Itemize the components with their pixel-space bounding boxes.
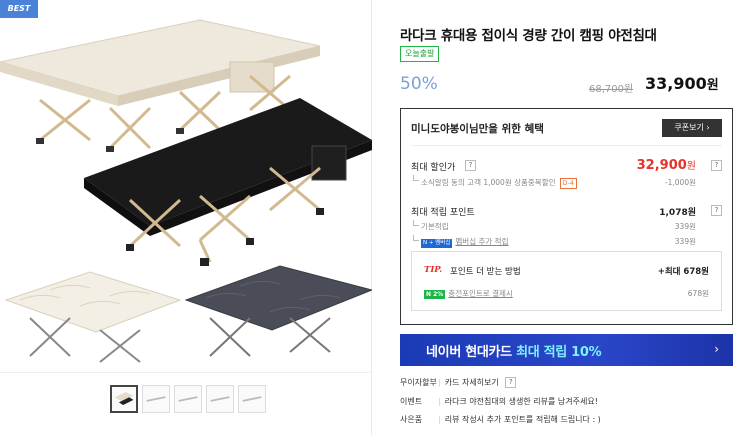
- max-points-value: 1,078원: [659, 208, 696, 218]
- sale-price: 33,900원: [645, 74, 719, 93]
- thumbnail-strip: [0, 372, 372, 435]
- notification-discount-value: -1,000원: [664, 178, 696, 187]
- help-icon[interactable]: ?: [465, 160, 476, 171]
- thumbnail-1[interactable]: [110, 385, 138, 413]
- best-badge: BEST: [0, 0, 38, 18]
- discount-rate: 50%: [400, 74, 438, 94]
- membership-points-link[interactable]: 멤버십 추가 적립: [455, 237, 508, 246]
- product-title: 라다크 휴대용 접이식 경량 간이 캠핑 야전침대: [400, 28, 657, 44]
- hyundai-card-banner[interactable]: 네이버 현대카드 최대 적립 10% ›: [400, 334, 733, 366]
- grey-plush-cot-image: [184, 265, 372, 357]
- d-day-badge: D-4: [559, 178, 578, 189]
- tip-label: TIP.: [424, 265, 443, 275]
- help-icon[interactable]: ?: [711, 205, 722, 216]
- event-text: 라다크 야전침대의 생생한 리뷰를 남겨주세요!: [444, 397, 598, 406]
- coupon-view-button[interactable]: 쿠폰보기 ›: [662, 119, 722, 137]
- tip-max-points: +최대 678원: [657, 267, 709, 277]
- chevron-right-icon: ›: [714, 342, 719, 356]
- thumbnail-2[interactable]: [142, 385, 170, 413]
- thumbnail-3[interactable]: [174, 385, 202, 413]
- sale-price-value: 33,900: [645, 74, 707, 93]
- charge-point-value: 678원: [687, 289, 709, 298]
- membership-points-row: N + 멤버십 멤버십 추가 적립: [421, 236, 508, 248]
- max-discount-label-text: 최대 할인가: [411, 163, 456, 173]
- help-icon[interactable]: ?: [505, 377, 517, 388]
- naver-membership-badge: N + 멤버십: [421, 239, 453, 248]
- installment-label: 무이자할부: [400, 378, 437, 387]
- product-info: 라다크 휴대용 접이식 경량 간이 캠핑 야전침대 오늘출발 50% 68,70…: [384, 0, 743, 435]
- tree-connector: [413, 220, 419, 226]
- tip-box: TIP. 포인트 더 받는 방법 +최대 678원 N 2% 충전포인트로 결제시…: [411, 251, 722, 311]
- charge-point-link[interactable]: 충전포인트로 결제시: [448, 289, 512, 298]
- benefit-title: 미니도야봉이님만을 위한 혜택: [411, 123, 544, 135]
- thumbnail-5[interactable]: [238, 385, 266, 413]
- max-discount-label: 최대 할인가: [411, 160, 455, 173]
- divider: [411, 145, 722, 146]
- event-label: 이벤트: [400, 397, 423, 406]
- gift-text: 리뷰 작성시 추가 포인트를 적립해 드립니다 : ): [444, 415, 601, 424]
- help-icon[interactable]: ?: [711, 160, 722, 171]
- installment-row: 무이자할부| 카드 자세히보기 ?: [400, 377, 517, 388]
- max-points-label: 최대 적립 포인트: [411, 208, 475, 218]
- tip-text: 포인트 더 받는 방법: [450, 267, 521, 277]
- banner-text-accent: 최대 적립 10%: [516, 345, 602, 360]
- thumbnail-4[interactable]: [206, 385, 234, 413]
- membership-points-value: 339원: [674, 237, 696, 246]
- today-shipping-badge: 오늘출발: [400, 46, 440, 62]
- basic-points-value: 339원: [674, 222, 696, 231]
- max-discount-price: 32,900원: [637, 157, 696, 173]
- tree-connector: [413, 235, 419, 241]
- basic-points-label: 기본적립: [421, 222, 449, 231]
- benefit-box: 미니도야봉이님만을 위한 혜택 쿠폰보기 › 최대 할인가 ? 32,900원 …: [400, 108, 733, 325]
- charge-point-row: N 2% 충전포인트로 결제시: [424, 288, 513, 299]
- tree-connector: [413, 175, 419, 181]
- sale-price-unit: 원: [706, 78, 719, 93]
- banner-text-main: 네이버 현대카드: [426, 345, 517, 360]
- gift-label: 사은품: [400, 415, 423, 424]
- naver-pay-badge: N 2%: [424, 290, 446, 299]
- gift-row: 사은품 | 리뷰 작성시 추가 포인트를 적립해 드립니다 : ): [400, 415, 601, 424]
- max-discount-unit: 원: [686, 161, 696, 172]
- cream-plush-cot-image: [4, 271, 182, 363]
- notification-discount-label: 소식알림 동의 고객 1,000원 상품중복할인: [421, 178, 556, 187]
- original-price: 68,700원: [589, 84, 634, 95]
- main-product-image[interactable]: [0, 0, 372, 372]
- product-gallery: BEST: [0, 0, 372, 435]
- event-row: 이벤트 | 라다크 야전침대의 생생한 리뷰를 남겨주세요!: [400, 397, 598, 406]
- max-discount-value: 32,900: [636, 158, 687, 173]
- camping-cot-illustration: [0, 19, 372, 363]
- banner-text: 네이버 현대카드 최대 적립 10%: [426, 341, 602, 360]
- notification-discount-row: 소식알림 동의 고객 1,000원 상품중복할인 D-4: [421, 177, 578, 189]
- card-details-link[interactable]: 카드 자세히보기: [445, 378, 499, 387]
